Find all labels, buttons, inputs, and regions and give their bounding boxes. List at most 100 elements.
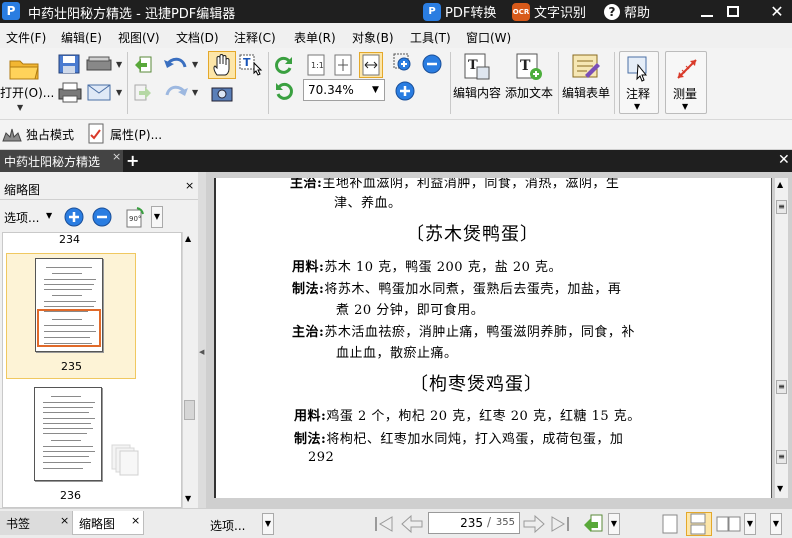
open-button[interactable] <box>6 53 42 83</box>
continuous-view-button[interactable] <box>686 512 712 536</box>
zoom-dropdown-icon[interactable]: ▼ <box>372 85 379 95</box>
thumbnail-page-235[interactable]: 235 <box>6 253 136 379</box>
current-page-value[interactable]: 235 <box>460 516 483 530</box>
document-scrollbar[interactable]: ▲ ≡ ≡ ≡ ▼ <box>774 178 788 498</box>
scrollbar-grip-top[interactable]: ≡ <box>776 200 787 214</box>
history-dropdown-icon[interactable]: ▼ <box>608 513 620 535</box>
add-text-button[interactable]: T <box>514 52 544 82</box>
edit-form-button[interactable] <box>570 52 602 82</box>
zoom-in-button[interactable] <box>393 80 417 102</box>
scroll-up-icon[interactable]: ▲ <box>777 180 783 189</box>
collapse-panel-icon[interactable]: ◀ <box>199 348 204 356</box>
document-tab[interactable]: 中药壮阳秘方精选 × <box>0 150 123 172</box>
redo-button[interactable] <box>162 82 190 104</box>
ocr-button[interactable]: OCR 文字识别 <box>512 2 586 21</box>
thumb-zoom-out-button[interactable] <box>90 205 114 229</box>
options-dropdown-icon[interactable]: ▼ <box>262 513 274 535</box>
last-page-button[interactable] <box>550 513 572 535</box>
menu-form[interactable]: 表单(R) <box>294 29 336 46</box>
visible-area-indicator[interactable] <box>37 309 101 347</box>
menu-file[interactable]: 文件(F) <box>6 29 46 46</box>
previous-page-button[interactable] <box>400 513 423 535</box>
actual-size-button[interactable]: 1:1 <box>305 53 327 77</box>
rotate-dropdown-icon[interactable]: ▼ <box>151 206 163 228</box>
thumb-zoom-in-button[interactable] <box>62 205 86 229</box>
properties-button[interactable] <box>86 123 106 145</box>
annotate-button[interactable]: 注释 ▼ <box>619 51 659 114</box>
maximize-button[interactable] <box>718 0 748 23</box>
prev-view-button[interactable] <box>132 54 154 76</box>
thumbnail-page-236[interactable]: 236 <box>6 383 139 507</box>
next-view-button[interactable] <box>132 82 154 104</box>
scrollbar-grip-bottom[interactable]: ≡ <box>776 450 787 464</box>
measure-button[interactable]: 测量 ▼ <box>665 51 707 114</box>
hand-tool-button[interactable] <box>208 51 236 79</box>
snapshot-button[interactable] <box>208 82 236 104</box>
scrollbar-thumb[interactable] <box>184 400 195 420</box>
edit-content-label[interactable]: 编辑内容 <box>453 84 501 101</box>
fit-width-button[interactable] <box>359 52 383 78</box>
redo-dropdown-icon[interactable]: ▼ <box>192 88 198 97</box>
scrollbar-thumb[interactable]: ≡ <box>776 380 787 394</box>
close-tab-icon[interactable]: × <box>60 514 69 527</box>
email-dropdown-icon[interactable]: ▼ <box>116 88 122 97</box>
pdf-convert-button[interactable]: P PDF转换 <box>423 2 496 21</box>
page-options-menu[interactable]: 选项... <box>210 517 245 534</box>
undo-dropdown-icon[interactable]: ▼ <box>192 60 198 69</box>
menu-object[interactable]: 对象(B) <box>352 29 394 46</box>
rotate-ccw-button[interactable] <box>273 80 295 102</box>
menu-view[interactable]: 视图(V) <box>118 29 160 46</box>
close-document-icon[interactable]: ✕ <box>778 152 790 168</box>
tab-bookmarks[interactable]: 书签 × <box>0 511 72 535</box>
edit-content-button[interactable]: T <box>462 52 492 82</box>
close-window-button[interactable]: ✕ <box>762 0 792 23</box>
print-button[interactable] <box>57 80 83 104</box>
scroll-down-icon[interactable]: ▼ <box>185 494 191 503</box>
close-tab-icon[interactable]: × <box>131 514 140 527</box>
tab-thumbnails[interactable]: 缩略图 × <box>72 511 144 535</box>
edit-form-label[interactable]: 编辑表单 <box>562 84 610 101</box>
zoom-in-marquee-button[interactable] <box>393 53 415 75</box>
rotate-cw-button[interactable] <box>273 54 295 76</box>
exclusive-mode-label[interactable]: 独占模式 <box>26 126 74 143</box>
exclusive-mode-button[interactable] <box>2 124 22 144</box>
add-text-label[interactable]: 添加文本 <box>505 84 553 101</box>
next-page-button[interactable] <box>522 513 545 535</box>
menu-edit[interactable]: 编辑(E) <box>61 29 102 46</box>
open-dropdown-icon[interactable]: ▼ <box>17 103 23 112</box>
menu-tools[interactable]: 工具(T) <box>410 29 451 46</box>
menu-comment[interactable]: 注释(C) <box>234 29 276 46</box>
properties-label[interactable]: 属性(P)... <box>110 126 162 143</box>
close-panel-icon[interactable]: × <box>185 179 194 192</box>
undo-button[interactable] <box>162 54 190 76</box>
page-number-field[interactable]: 235 / 355 <box>428 512 520 534</box>
email-button[interactable] <box>86 80 114 104</box>
options-dropdown-icon[interactable]: ▼ <box>46 211 52 220</box>
layout-dropdown-icon[interactable]: ▼ <box>770 513 782 535</box>
help-button[interactable]: ? 帮助 <box>604 2 650 21</box>
single-page-view-button[interactable] <box>660 513 682 535</box>
pdf-page[interactable]: 主治:主地补血滋阴，利益消肿，同食，消热，滋阴，生 津、养血。 〔苏木煲鸭蛋〕 … <box>214 178 772 498</box>
zoom-value[interactable]: 70.34% <box>308 83 354 97</box>
menu-window[interactable]: 窗口(W) <box>466 29 511 46</box>
scan-dropdown-icon[interactable]: ▼ <box>116 60 122 69</box>
facing-view-button[interactable] <box>716 513 742 535</box>
new-tab-button[interactable]: + <box>126 151 140 170</box>
open-label[interactable]: 打开(O)... <box>0 84 54 101</box>
scan-button[interactable] <box>86 53 114 75</box>
first-page-button[interactable] <box>372 513 394 535</box>
select-text-button[interactable]: T <box>238 53 264 77</box>
scroll-up-icon[interactable]: ▲ <box>185 234 191 243</box>
scroll-down-icon[interactable]: ▼ <box>777 484 783 493</box>
go-back-view-button[interactable] <box>582 513 606 535</box>
save-button[interactable] <box>57 53 81 75</box>
menu-document[interactable]: 文档(D) <box>176 29 219 46</box>
close-tab-icon[interactable]: × <box>112 150 121 163</box>
fit-page-button[interactable] <box>332 53 354 77</box>
thumbnail-scrollbar[interactable]: ▲ ▼ <box>182 232 196 508</box>
zoom-combo[interactable]: 70.34% ▼ <box>303 79 385 101</box>
view-mode-dropdown-icon[interactable]: ▼ <box>744 513 756 535</box>
rotate-page-button[interactable]: 90° <box>122 204 148 230</box>
thumbnail-options-menu[interactable]: 选项... <box>4 209 39 226</box>
panel-splitter[interactable]: ◀ <box>198 172 206 508</box>
